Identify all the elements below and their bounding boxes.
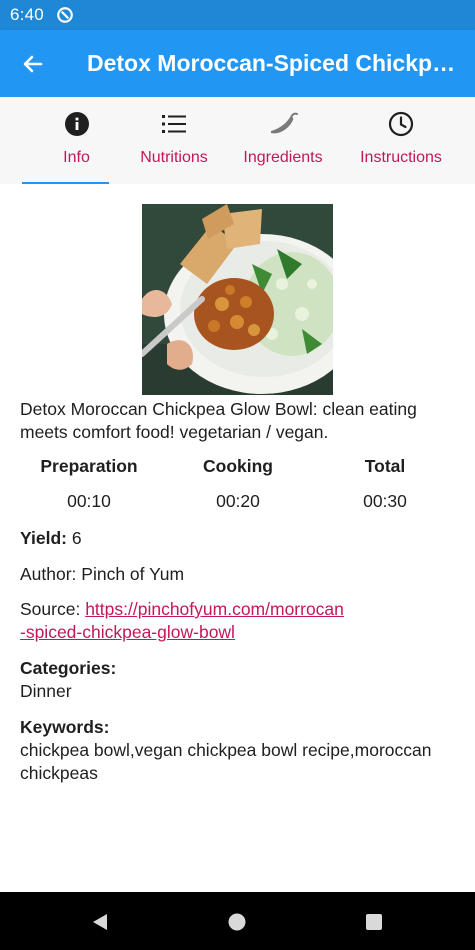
info-icon [64,112,89,136]
source-label: Source: [20,599,81,619]
nav-back-button[interactable] [88,910,112,934]
back-button[interactable] [0,30,66,97]
source-link-line1: https://pinchofyum.com/morrocan [85,599,344,619]
yield-label: Yield: [20,528,67,548]
time-label: Cooking [203,456,273,476]
nav-home-button[interactable] [225,910,249,934]
list-icon [162,115,186,133]
time-label: Total [364,456,406,476]
recipe-image [142,204,333,395]
categories-value: Dinner [20,681,72,701]
recents-square-icon [366,914,382,930]
keywords-value: chickpea bowl,vegan chickpea bowl recipe… [20,740,432,783]
categories-row: Categories: Dinner [20,657,460,703]
chickpea-bowl-photo [142,204,333,395]
tab-label: Nutritions [140,149,208,166]
time-label: Preparation [40,456,138,476]
tab-info[interactable]: Info [22,97,131,184]
clock-icon [388,111,414,137]
tab-bar: Info Nutritions Ingredients Instructions [0,97,475,184]
back-triangle-icon [93,914,107,930]
time-value: 00:30 [363,491,407,511]
tab-label: Info [63,149,90,166]
categories-label: Categories: [20,658,117,678]
time-value: 00:10 [67,491,111,511]
back-arrow-icon [23,55,43,72]
source-row: Source: https://pinchofyum.com/morrocan -… [20,598,460,644]
tab-ingredients[interactable]: Ingredients [217,97,349,184]
keywords-row: Keywords: chickpea bowl,vegan chickpea b… [20,716,460,785]
data-saver-icon [57,7,73,23]
home-circle-icon [228,913,246,931]
nav-recents-button[interactable] [362,910,386,934]
tab-label: Ingredients [243,149,323,166]
time-cooking: Cooking 00:20 [163,456,313,512]
app-bar: Detox Moroccan-Spiced Chickpea Glow Bowl [0,30,475,97]
tab-nutritions[interactable]: Nutritions [131,97,217,184]
time-total: Total 00:30 [310,456,460,512]
page-title: Detox Moroccan-Spiced Chickpea Glow Bowl [87,50,457,76]
source-link-line2: -spiced-chickpea-glow-bowl [20,622,235,642]
active-tab-indicator [22,182,109,184]
status-bar: 6:40 [0,0,475,30]
system-nav-bar [0,892,475,950]
status-time: 6:40 [10,5,44,24]
yield-row: Yield: 6 [20,527,460,550]
yield-value: 6 [71,528,82,548]
tab-label: Instructions [360,149,442,166]
time-value: 00:20 [216,491,260,511]
time-preparation: Preparation 00:10 [14,456,164,512]
keywords-label: Keywords: [20,717,110,737]
recipe-description: Detox Moroccan Chickpea Glow Bowl: clean… [20,399,417,442]
tab-instructions[interactable]: Instructions [349,97,453,184]
author-row: Author: Pinch of Yum [20,564,185,584]
chili-pepper-icon [271,112,298,134]
